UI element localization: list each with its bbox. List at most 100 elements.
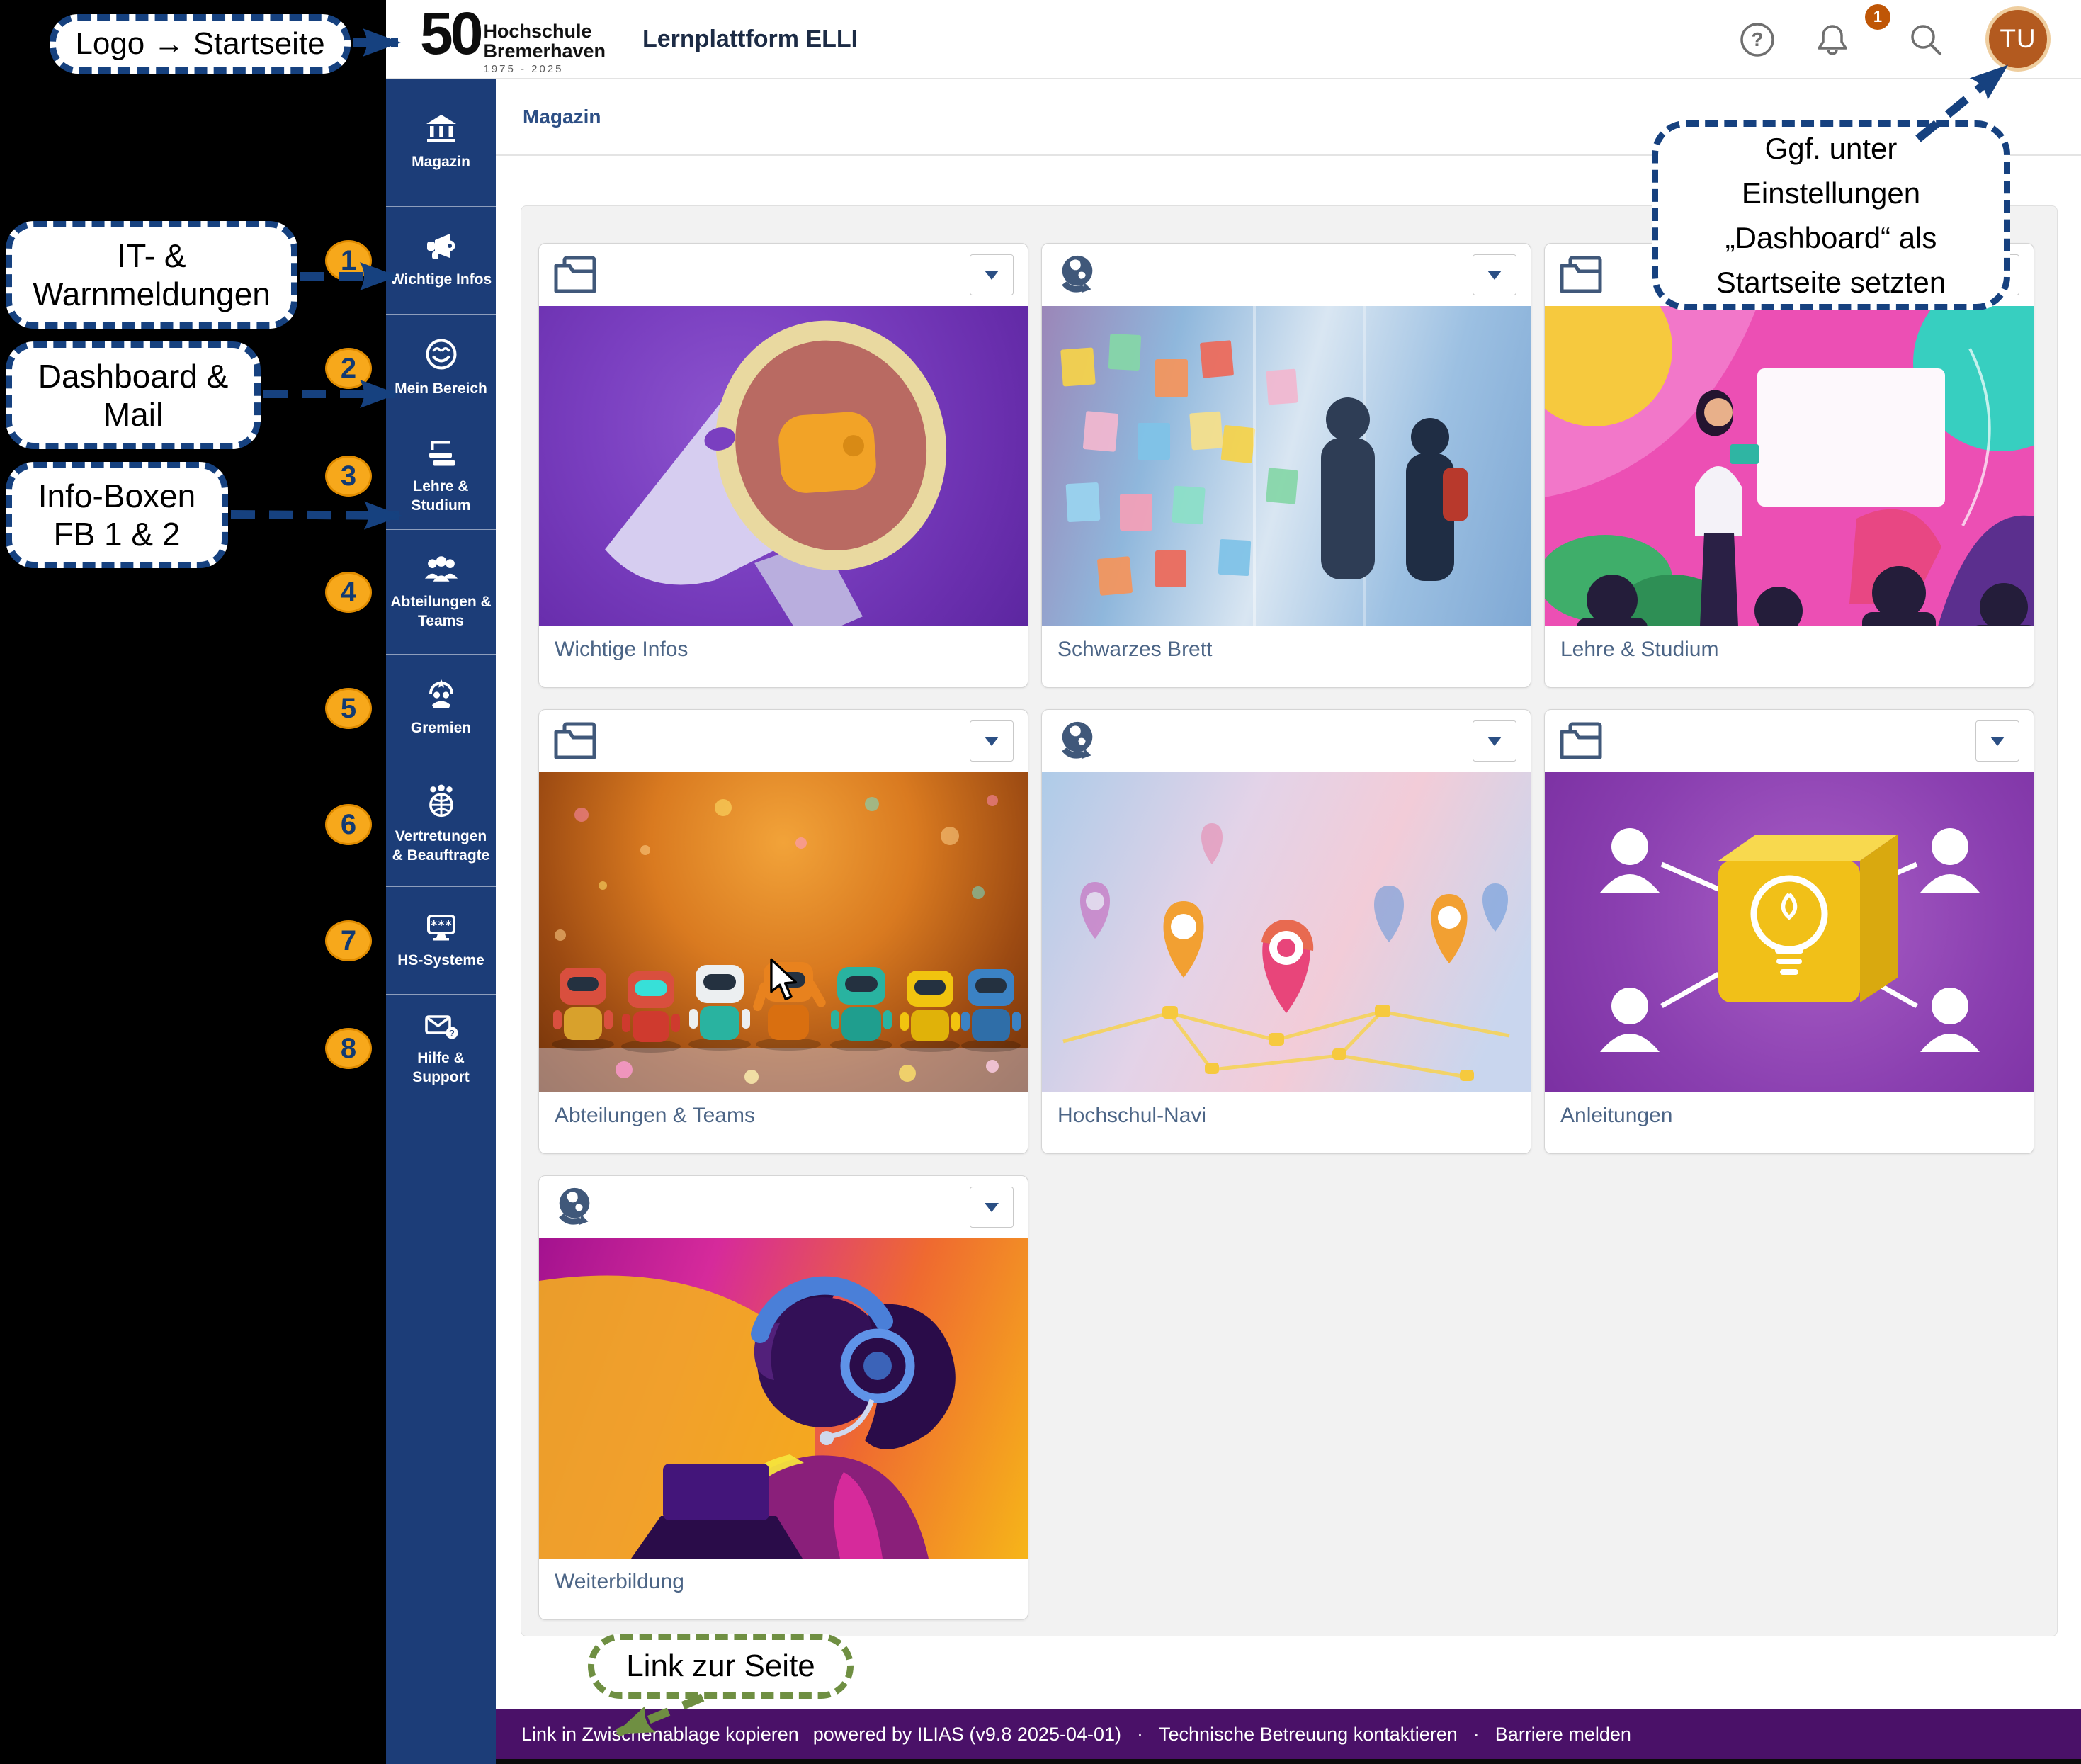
contact-support-link[interactable]: Technische Betreuung kontaktieren	[1159, 1724, 1458, 1746]
help-button[interactable]: ?	[1737, 20, 1777, 60]
chevron-down-icon	[1990, 737, 2005, 746]
search-button[interactable]	[1906, 20, 1946, 60]
robots-illustration	[539, 772, 1028, 1092]
weblink-icon	[1056, 253, 1100, 297]
sidebar-item-label: Vertretungen & Beauftragte	[389, 827, 493, 865]
mail-question-icon: ?	[423, 1010, 460, 1041]
sidebar-item-label: HS-Systeme	[397, 951, 484, 970]
chevron-down-icon	[1487, 271, 1502, 280]
card-image-megaphone[interactable]	[539, 306, 1028, 626]
hochschule-bremerhaven-logo[interactable]: 50 Hochschule Bremerhaven 1975 - 2025	[420, 6, 606, 75]
sidebar-item-vertretungen-beauftragte[interactable]: Vertretungen & Beauftragte	[386, 762, 496, 887]
sidebar-item-label: Abteilungen & Teams	[389, 593, 493, 631]
report-barrier-link[interactable]: Barriere melden	[1495, 1724, 1631, 1746]
user-avatar[interactable]: TU	[1985, 6, 2051, 72]
card-title-link[interactable]: Hochschul-Navi	[1057, 1104, 1206, 1127]
card-image-presentation[interactable]	[1545, 306, 2034, 626]
bottom-strip	[496, 1759, 2081, 1764]
folder-icon	[1559, 720, 1604, 762]
bell-icon	[1813, 20, 1852, 60]
annotation-number-8: 8	[325, 1028, 372, 1069]
svg-text:***: ***	[430, 919, 452, 933]
page: 50 Hochschule Bremerhaven 1975 - 2025 Le…	[0, 0, 2081, 1764]
card-title-link[interactable]: Anleitungen	[1560, 1104, 1672, 1127]
card-anleitungen: Anleitungen	[1544, 709, 2034, 1154]
logo-50-years: 50	[420, 6, 480, 62]
notification-count-badge: 1	[1865, 4, 1890, 30]
card-actions-dropdown[interactable]	[1473, 254, 1516, 295]
person-silhouette	[1321, 397, 1375, 579]
card-title-link[interactable]: Wichtige Infos	[555, 638, 688, 661]
copy-permalink-link[interactable]: Link in Zwischenablage kopieren	[521, 1724, 799, 1746]
annotation-infoboxen-callout: Info-Boxen FB 1 & 2	[6, 462, 228, 568]
annotation-it-warnmeldungen-callout: IT- & Warnmeldungen	[6, 221, 297, 329]
monitor-icon: ***	[424, 910, 459, 943]
annotation-link-callout: Link zur Seite	[588, 1634, 854, 1699]
person-silhouette-backpack	[1406, 418, 1468, 581]
sidebar-item-magazin[interactable]: Magazin	[386, 79, 496, 207]
annotation-number-2: 2	[325, 348, 372, 389]
card-header	[539, 710, 1028, 772]
smiley-icon	[424, 337, 458, 371]
logo-text: Hochschule Bremerhaven 1975 - 2025	[483, 21, 606, 75]
footer-separator: ·	[1473, 1724, 1480, 1746]
chevron-down-icon	[985, 737, 999, 746]
card-image-stickynotes[interactable]	[1042, 306, 1531, 626]
sidebar-item-lehre-studium[interactable]: Lehre & Studium	[386, 422, 496, 530]
committee-icon	[424, 678, 459, 711]
sidebar-item-label: Hilfe & Support	[389, 1049, 493, 1087]
card-actions-dropdown[interactable]	[970, 254, 1014, 295]
bank-icon	[424, 113, 459, 145]
sidebar-item-wichtige-infos[interactable]: Wichtige Infos	[386, 207, 496, 315]
card-title-link[interactable]: Weiterbildung	[555, 1570, 684, 1593]
card-actions-dropdown[interactable]	[970, 720, 1014, 762]
top-header: 50 Hochschule Bremerhaven 1975 - 2025 Le…	[386, 0, 2081, 79]
card-header	[1042, 710, 1531, 772]
card-actions-dropdown[interactable]	[1975, 720, 2019, 762]
sidebar-item-gremien[interactable]: Gremien	[386, 655, 496, 762]
annotation-settings-callout: Ggf. unter Einstellungen „Dashboard“ als…	[1652, 120, 2010, 310]
sidebar-item-mein-bereich[interactable]: Mein Bereich	[386, 315, 496, 422]
sidebar-item-abteilungen-teams[interactable]: Abteilungen & Teams	[386, 530, 496, 655]
sidebar-item-label: Mein Bereich	[395, 380, 487, 398]
card-header	[539, 1176, 1028, 1238]
lightbulb-illustration	[1545, 772, 2034, 1092]
annotation-number-1: 1	[325, 240, 372, 281]
books-icon	[424, 436, 459, 469]
card-title-link[interactable]: Abteilungen & Teams	[555, 1104, 755, 1127]
repository-panel: Wichtige Infos	[521, 205, 2058, 1636]
chevron-down-icon	[985, 271, 999, 280]
card-image-headphones[interactable]	[539, 1238, 1028, 1559]
powered-by-text: powered by ILIAS (v9.8 2025-04-01)	[813, 1724, 1121, 1746]
card-image-robots[interactable]	[539, 772, 1028, 1092]
presentation-illustration	[1545, 306, 2034, 626]
card-image-lightbulb[interactable]	[1545, 772, 2034, 1092]
card-title-link[interactable]: Schwarzes Brett	[1057, 638, 1212, 661]
sidebar-item-label: Magazin	[412, 153, 470, 171]
sidebar-item-hs-systeme[interactable]: *** HS-Systeme	[386, 887, 496, 995]
card-header	[1042, 244, 1531, 306]
help-icon: ?	[1738, 21, 1776, 59]
annotation-number-3: 3	[325, 456, 372, 497]
sidebar-item-label: Wichtige Infos	[390, 271, 492, 289]
svg-text:?: ?	[1751, 28, 1763, 50]
folder-icon	[553, 254, 599, 295]
chevron-down-icon	[1487, 737, 1502, 746]
card-weiterbildung: Weiterbildung	[538, 1175, 1028, 1620]
footer-bar: Link in Zwischenablage kopieren powered …	[496, 1709, 2081, 1759]
card-title-link[interactable]: Lehre & Studium	[1560, 638, 1718, 661]
notifications-button[interactable]	[1813, 20, 1852, 60]
card-image-map-pins[interactable]	[1042, 772, 1531, 1092]
sidebar-item-hilfe-support[interactable]: ? Hilfe & Support	[386, 995, 496, 1102]
annotation-number-7: 7	[325, 920, 372, 961]
card-actions-dropdown[interactable]	[1473, 720, 1516, 762]
map-pins-illustration	[1042, 772, 1531, 1092]
card-actions-dropdown[interactable]	[970, 1187, 1014, 1228]
folder-icon	[553, 720, 599, 762]
folder-icon	[1559, 254, 1604, 295]
annotation-dashboard-mail-callout: Dashboard & Mail	[6, 341, 261, 449]
main-content: Magazin	[496, 79, 2081, 1764]
logo-line2: Bremerhaven	[483, 41, 606, 61]
breadcrumb-magazin-link[interactable]: Magazin	[523, 106, 601, 128]
annotation-number-4: 4	[325, 572, 372, 613]
